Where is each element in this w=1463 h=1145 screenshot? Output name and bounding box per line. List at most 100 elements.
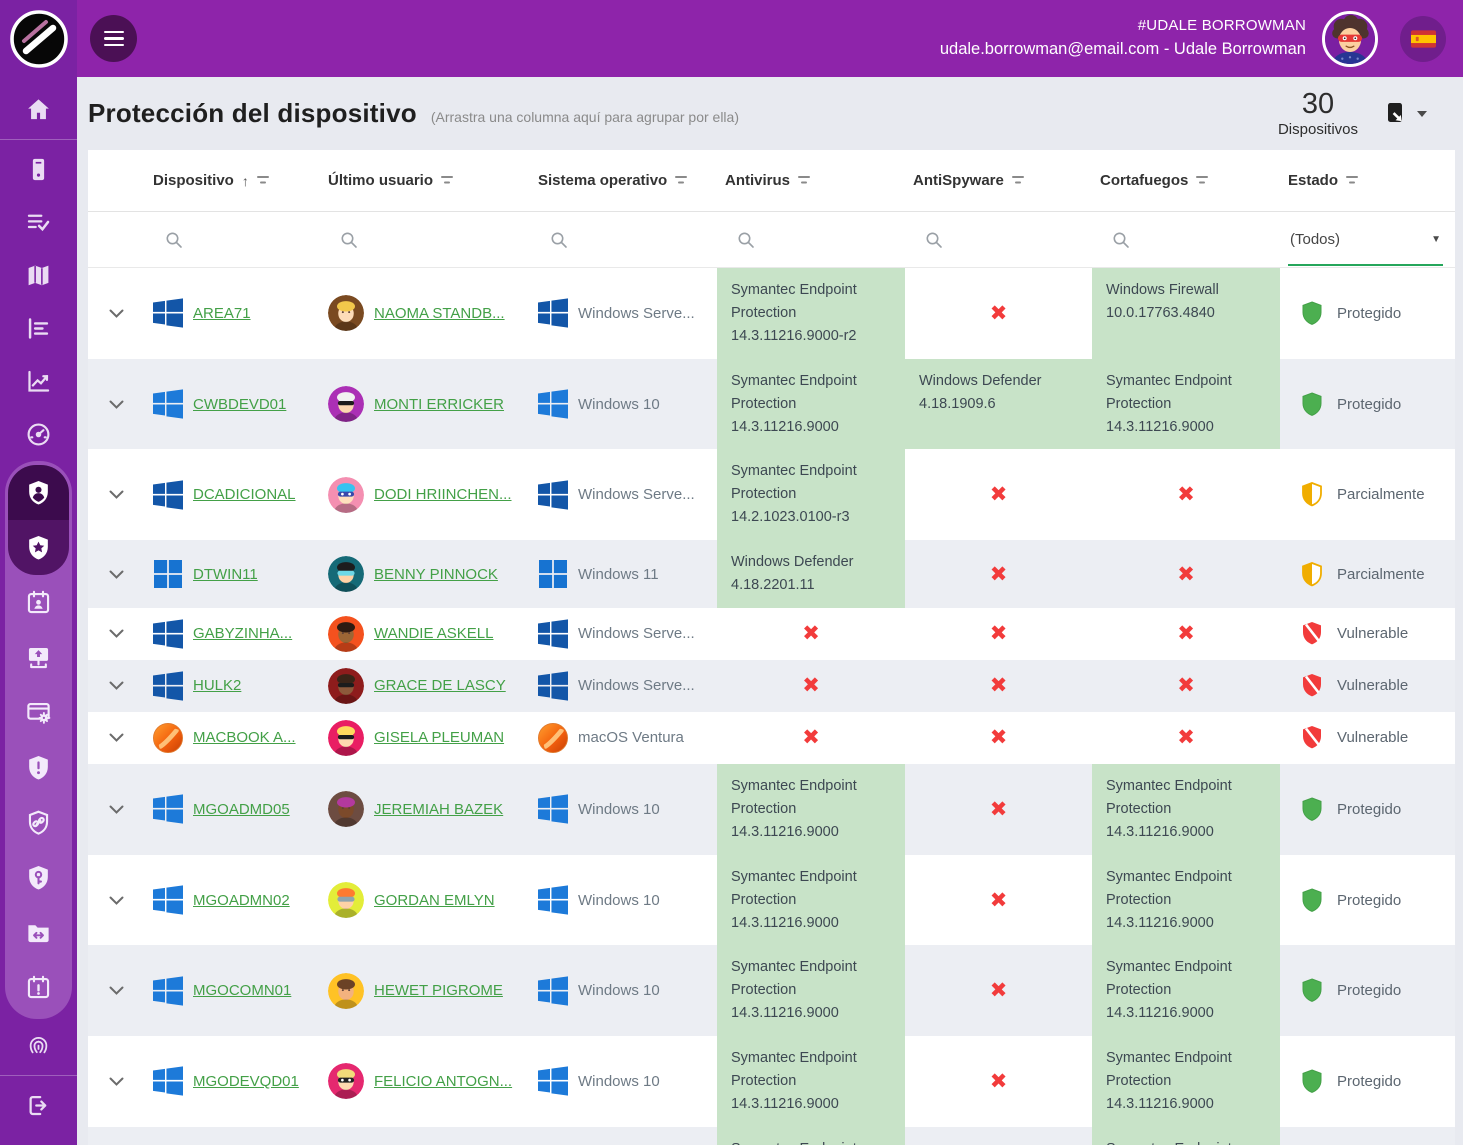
- windows-icon: [153, 885, 183, 915]
- not-installed-icon: ✖: [1177, 725, 1195, 750]
- expand-row-button[interactable]: [88, 268, 145, 359]
- export-menu[interactable]: [1386, 102, 1427, 125]
- search-usuario[interactable]: [320, 212, 530, 267]
- user-link[interactable]: NAOMA STANDB...: [374, 305, 505, 322]
- sidebar-item-tasks[interactable]: [0, 196, 77, 249]
- estado-label: Vulnerable: [1337, 729, 1408, 746]
- not-installed-icon: ✖: [802, 621, 820, 646]
- windows-icon: [538, 885, 568, 915]
- device-link[interactable]: MGOCOMN01: [193, 982, 291, 999]
- device-link[interactable]: MGOADMN02: [193, 892, 290, 909]
- sidebar-item-shield-key[interactable]: [5, 850, 72, 905]
- sidebar-item-charts[interactable]: [0, 355, 77, 408]
- chevron-down-icon: [109, 570, 124, 579]
- menu-button[interactable]: [90, 15, 137, 62]
- column-header-estado[interactable]: Estado: [1280, 150, 1455, 211]
- filter-icon[interactable]: [257, 175, 271, 186]
- search-cortafuegos[interactable]: [1092, 212, 1280, 267]
- expand-row-button[interactable]: [88, 1036, 145, 1127]
- sidebar-item-advanced-protection[interactable]: [8, 520, 69, 575]
- search-antispyware[interactable]: [905, 212, 1092, 267]
- user-link[interactable]: GISELA PLEUMAN: [374, 729, 504, 746]
- device-link[interactable]: CWBDEVD01: [193, 396, 286, 413]
- expand-row-button[interactable]: [88, 764, 145, 855]
- table-row: MGOADMN02 GORDAN EMLYN Windows 10 Symant…: [88, 855, 1455, 946]
- expand-row-button[interactable]: [88, 540, 145, 608]
- user-link[interactable]: FELICIO ANTOGN...: [374, 1073, 512, 1090]
- device-link[interactable]: AREA71: [193, 305, 251, 322]
- device-link[interactable]: MACBOOK A...: [193, 729, 296, 746]
- os-label: Windows Serve...: [578, 305, 695, 322]
- user-link[interactable]: JEREMIAH BAZEK: [374, 801, 503, 818]
- column-header-sistema-operativo[interactable]: Sistema operativo: [530, 150, 717, 211]
- sidebar-item-user-calendar[interactable]: [5, 575, 72, 630]
- sidebar-item-fingerprint[interactable]: [0, 1019, 77, 1072]
- column-header-dispositivo[interactable]: Dispositivo ↑: [145, 150, 320, 211]
- sidebar-item-settings-window[interactable]: [5, 685, 72, 740]
- expand-row-button[interactable]: [88, 712, 145, 764]
- estado-filter-select[interactable]: (Todos) ▼: [1280, 212, 1455, 267]
- expand-row-button[interactable]: [88, 608, 145, 660]
- device-link[interactable]: MGODEVQD01: [193, 1073, 299, 1090]
- user-link[interactable]: GORDAN EMLYN: [374, 892, 495, 909]
- expand-row-button[interactable]: [88, 449, 145, 540]
- search-sistema-operativo[interactable]: [530, 212, 717, 267]
- user-avatar: [328, 477, 364, 513]
- user-link[interactable]: BENNY PINNOCK: [374, 566, 498, 583]
- user-avatar[interactable]: [1322, 11, 1378, 67]
- macos-ventura-icon: [538, 723, 568, 753]
- sidebar-item-shield-alert[interactable]: [5, 740, 72, 795]
- user-link[interactable]: MONTI ERRICKER: [374, 396, 504, 413]
- language-button[interactable]: [1400, 16, 1446, 62]
- expand-row-button[interactable]: [88, 359, 145, 450]
- expand-row-button[interactable]: [88, 660, 145, 712]
- user-link[interactable]: DODI HRIINCHEN...: [374, 486, 512, 503]
- column-header-antivirus[interactable]: Antivirus: [717, 150, 905, 211]
- not-installed-icon: ✖: [990, 673, 1008, 698]
- sidebar-item-folder-sync[interactable]: [5, 905, 72, 960]
- device-link[interactable]: DTWIN11: [193, 566, 258, 583]
- expand-row-button[interactable]: [88, 855, 145, 946]
- user-link[interactable]: WANDIE ASKELL: [374, 625, 494, 642]
- filter-icon[interactable]: [441, 175, 455, 186]
- sidebar-item-map[interactable]: [0, 249, 77, 302]
- user-link[interactable]: GRACE DE LASCY: [374, 677, 506, 694]
- expand-row-button[interactable]: [88, 945, 145, 1036]
- table-body: AREA71 NAOMA STANDB... Windows Serve... …: [88, 268, 1455, 1145]
- user-avatar: [328, 556, 364, 592]
- column-header-ultimo-usuario[interactable]: Último usuario: [320, 150, 530, 211]
- filter-icon[interactable]: [1196, 175, 1210, 186]
- os-label: macOS Ventura: [578, 729, 684, 746]
- filter-icon[interactable]: [798, 175, 812, 186]
- sidebar-item-devices[interactable]: [0, 143, 77, 196]
- not-installed-icon: ✖: [990, 978, 1008, 1003]
- search-icon: [165, 231, 183, 249]
- device-link[interactable]: MGOADMD05: [193, 801, 290, 818]
- sidebar-item-shield-link[interactable]: [5, 795, 72, 850]
- sidebar-item-home[interactable]: [0, 83, 77, 136]
- antivirus-cell: Symantec Endpoint Protection 14.3.11216.…: [717, 359, 905, 450]
- search-dispositivo[interactable]: [145, 212, 320, 267]
- device-link[interactable]: DCADICIONAL: [193, 486, 296, 503]
- device-link[interactable]: GABYZINHA...: [193, 625, 292, 642]
- sidebar-item-deployment[interactable]: [5, 630, 72, 685]
- sidebar-item-dashboard[interactable]: [0, 408, 77, 461]
- sidebar-item-calendar-alert[interactable]: [5, 960, 72, 1015]
- sort-ascending-icon[interactable]: ↑: [242, 173, 249, 189]
- expand-row-button[interactable]: [88, 1127, 145, 1145]
- filter-icon[interactable]: [1012, 175, 1026, 186]
- sidebar-item-levels[interactable]: [0, 302, 77, 355]
- column-header-cortafuegos[interactable]: Cortafuegos: [1092, 150, 1280, 211]
- map-icon: [25, 262, 52, 289]
- sidebar-item-logout[interactable]: [0, 1079, 77, 1132]
- user-avatar: [328, 791, 364, 827]
- column-header-antispyware[interactable]: AntiSpyware: [905, 150, 1092, 211]
- user-link[interactable]: HEWET PIGROME: [374, 982, 503, 999]
- spain-flag-icon: [1411, 30, 1436, 48]
- filter-icon[interactable]: [675, 175, 689, 186]
- device-link[interactable]: HULK2: [193, 677, 241, 694]
- sidebar-item-device-protection[interactable]: [8, 465, 69, 520]
- filter-icon[interactable]: [1346, 175, 1360, 186]
- app-logo[interactable]: [0, 0, 77, 77]
- search-antivirus[interactable]: [717, 212, 905, 267]
